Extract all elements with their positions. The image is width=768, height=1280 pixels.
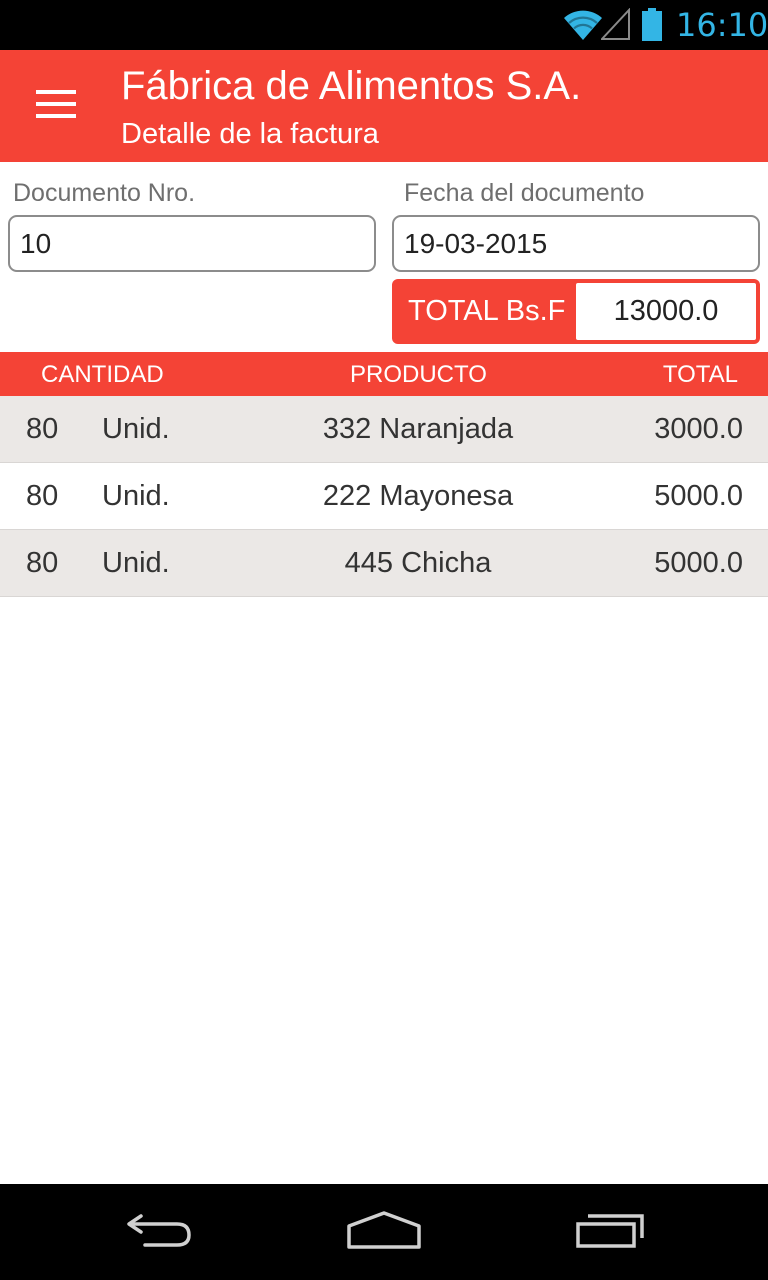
back-icon (125, 1210, 195, 1255)
row-product: 332 Naranjada (322, 413, 514, 445)
table-row[interactable]: 80 Unid. 222 Mayonesa 5000.0 (0, 463, 768, 530)
document-date-label: Fecha del documento (404, 179, 645, 207)
row-product: 222 Mayonesa (322, 480, 514, 512)
total-value: 13000.0 (576, 283, 756, 340)
status-bar: 16:10 (0, 0, 768, 50)
recent-apps-icon (574, 1210, 646, 1255)
app-title: Fábrica de Alimentos S.A. (121, 64, 582, 108)
row-quantity: 80 (26, 547, 59, 579)
back-button[interactable] (105, 1184, 215, 1280)
cell-signal-icon (599, 7, 631, 46)
row-quantity: 80 (26, 480, 59, 512)
total-box: TOTAL Bs.F 13000.0 (392, 279, 760, 344)
total-label: TOTAL Bs.F (408, 295, 566, 327)
wifi-icon (563, 9, 603, 46)
document-number-field[interactable]: 10 (8, 215, 376, 272)
table-row[interactable]: 80 Unid. 445 Chicha 5000.0 (0, 530, 768, 597)
row-unit: Unid. (102, 480, 170, 512)
hamburger-menu-icon (36, 88, 76, 125)
header-product: PRODUCTO (350, 361, 487, 388)
header-total: TOTAL (662, 361, 738, 388)
menu-button[interactable] (22, 78, 90, 134)
app-bar: Fábrica de Alimentos S.A. Detalle de la … (0, 50, 768, 162)
home-button[interactable] (329, 1184, 439, 1280)
recent-apps-button[interactable] (555, 1184, 665, 1280)
home-icon (346, 1210, 422, 1255)
battery-icon (641, 8, 663, 47)
row-total: 5000.0 (654, 547, 743, 579)
document-date-field[interactable]: 19-03-2015 (392, 215, 760, 272)
app-subtitle: Detalle de la factura (121, 118, 379, 150)
row-total: 5000.0 (654, 480, 743, 512)
row-unit: Unid. (102, 413, 170, 445)
row-product: 445 Chicha (344, 547, 492, 579)
header-quantity: CANTIDAD (41, 361, 164, 388)
navigation-bar (0, 1184, 768, 1280)
table-body: 80 Unid. 332 Naranjada 3000.0 80 Unid. 2… (0, 396, 768, 597)
table-header: CANTIDAD PRODUCTO TOTAL (0, 352, 768, 396)
table-row[interactable]: 80 Unid. 332 Naranjada 3000.0 (0, 396, 768, 463)
row-unit: Unid. (102, 547, 170, 579)
clock-time: 16:10 (676, 6, 768, 44)
row-quantity: 80 (26, 413, 59, 445)
document-number-label: Documento Nro. (13, 179, 196, 207)
row-total: 3000.0 (654, 413, 743, 445)
